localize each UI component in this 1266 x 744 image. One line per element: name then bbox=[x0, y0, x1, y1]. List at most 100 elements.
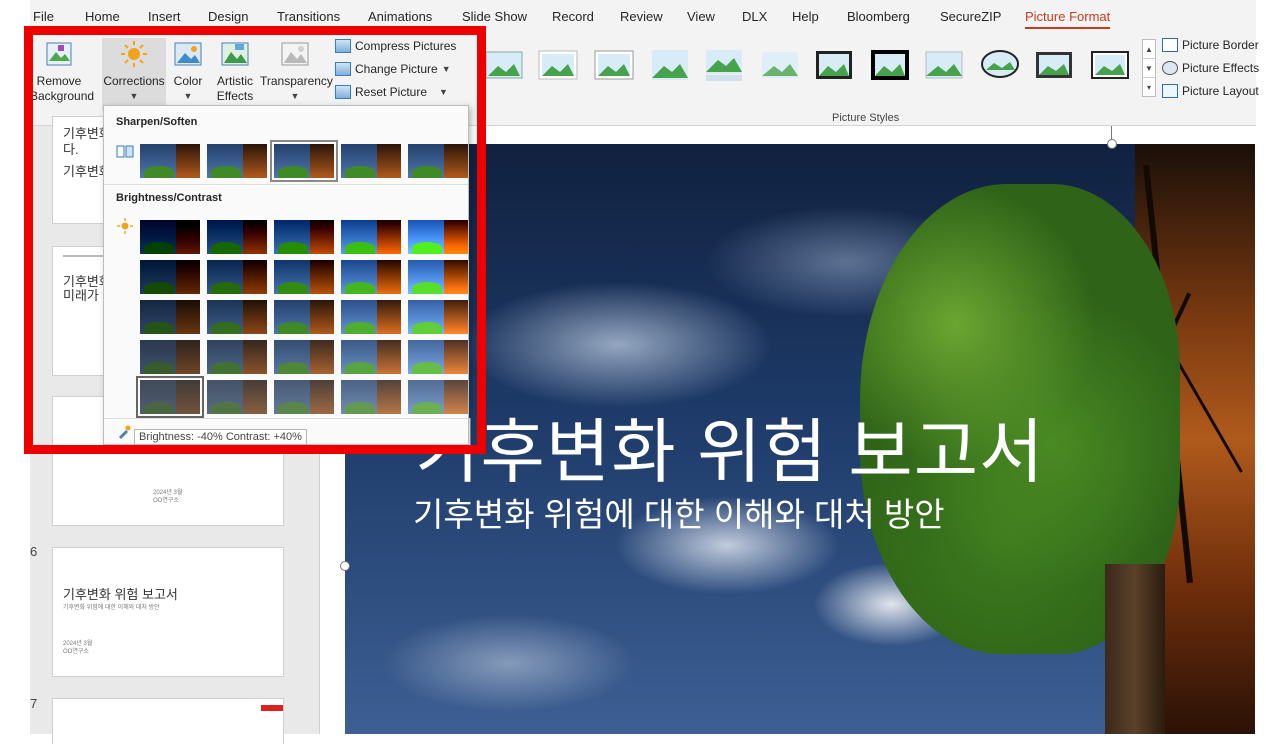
correction-preset-thumb[interactable] bbox=[207, 300, 267, 334]
correction-preset-thumb[interactable] bbox=[341, 380, 401, 414]
correction-preset-thumb[interactable] bbox=[274, 340, 334, 374]
correction-preset-thumb[interactable] bbox=[274, 300, 334, 334]
correction-preset-thumb[interactable] bbox=[274, 220, 334, 254]
tree-shape bbox=[278, 322, 308, 334]
correction-preset-thumb[interactable] bbox=[140, 260, 200, 294]
slide-subtitle[interactable]: 기후변화 위험에 대한 이해와 대처 방안 bbox=[413, 488, 945, 536]
thumbnail-line: 다. bbox=[63, 142, 79, 157]
slide-thumbnail[interactable]: 기후변화 위험 보고서 기후변화 위험에 대한 이해와 대처 방안 2024년 … bbox=[52, 547, 284, 677]
correction-preset-thumb[interactable] bbox=[207, 144, 267, 178]
picture-style-thumb[interactable] bbox=[594, 48, 634, 82]
correction-preset-thumb[interactable] bbox=[207, 260, 267, 294]
correction-preset-thumb[interactable] bbox=[408, 260, 468, 294]
tree-shape bbox=[278, 166, 308, 178]
correction-preset-thumb[interactable] bbox=[140, 340, 200, 374]
picture-layout-button[interactable]: Picture Layout bbox=[1162, 84, 1259, 98]
corrections-button[interactable]: Corrections ▼ bbox=[102, 38, 166, 110]
dead-half bbox=[176, 380, 200, 414]
remove-background-label-2: Background bbox=[30, 89, 95, 103]
picture-style-thumb[interactable] bbox=[924, 48, 964, 82]
correction-preset-thumb[interactable] bbox=[274, 380, 334, 414]
tab-picture-format[interactable]: Picture Format bbox=[1025, 9, 1111, 29]
color-button[interactable]: Color ▼ bbox=[170, 40, 206, 104]
compress-pictures-button[interactable]: Compress Pictures bbox=[335, 39, 456, 53]
dead-half bbox=[176, 300, 200, 334]
resize-handle[interactable] bbox=[340, 561, 350, 571]
picture-style-thumb[interactable] bbox=[650, 48, 690, 82]
picture-style-thumb[interactable] bbox=[704, 48, 744, 82]
picture-style-thumb[interactable] bbox=[870, 48, 910, 82]
picture-corrections-options-icon[interactable] bbox=[116, 424, 132, 440]
picture-styles-group-label: Picture Styles bbox=[832, 112, 900, 124]
picture-style-thumb[interactable] bbox=[1090, 48, 1130, 82]
correction-preset-thumb[interactable] bbox=[140, 144, 200, 178]
slide-thumbnail[interactable] bbox=[52, 698, 284, 744]
gallery-more-icon[interactable]: ▾ bbox=[1143, 78, 1155, 97]
tree-shape bbox=[144, 242, 174, 254]
picture-style-thumb[interactable] bbox=[980, 48, 1020, 82]
reset-picture-button[interactable]: Reset Picture ▼ bbox=[335, 85, 448, 99]
tree-shape bbox=[278, 362, 308, 374]
tab-file[interactable]: File bbox=[33, 9, 54, 24]
remove-background-button[interactable]: Remove Background bbox=[30, 40, 95, 104]
correction-preset-thumb[interactable] bbox=[408, 220, 468, 254]
correction-preset-thumb[interactable] bbox=[408, 300, 468, 334]
tab-animations[interactable]: Animations bbox=[368, 9, 432, 24]
correction-preset-thumb[interactable] bbox=[408, 380, 468, 414]
tree-shape bbox=[211, 282, 241, 294]
correction-preset-thumb[interactable] bbox=[341, 220, 401, 254]
tab-transitions[interactable]: Transitions bbox=[277, 9, 340, 24]
tab-record[interactable]: Record bbox=[552, 9, 594, 24]
picture-style-thumb[interactable] bbox=[484, 48, 524, 82]
tab-review[interactable]: Review bbox=[620, 9, 663, 24]
correction-preset-thumb[interactable] bbox=[207, 220, 267, 254]
tab-bloomberg[interactable]: Bloomberg bbox=[847, 9, 910, 24]
ribbon-tabs: File Home Insert Design Transitions Anim… bbox=[30, 0, 1256, 34]
change-picture-button[interactable]: Change Picture ▼ bbox=[335, 62, 451, 76]
dead-half bbox=[444, 260, 468, 294]
correction-preset-thumb[interactable] bbox=[270, 140, 338, 182]
picture-style-thumb[interactable] bbox=[760, 48, 800, 82]
tab-slide-show[interactable]: Slide Show bbox=[462, 9, 527, 24]
tree-shape bbox=[211, 242, 241, 254]
picture-effects-label: Picture Effects bbox=[1182, 61, 1260, 75]
picture-border-button[interactable]: Picture Border bbox=[1162, 38, 1259, 52]
dead-half bbox=[310, 300, 334, 334]
tab-dlx[interactable]: DLX bbox=[742, 9, 767, 24]
correction-preset-thumb[interactable] bbox=[207, 340, 267, 374]
remove-background-label-1: Remove bbox=[36, 74, 82, 88]
tab-home[interactable]: Home bbox=[85, 9, 120, 24]
tab-insert[interactable]: Insert bbox=[148, 9, 181, 24]
slide-canvas[interactable]: 기후변화 위험 보고서 기후변화 위험에 대한 이해와 대처 방안 bbox=[345, 144, 1255, 734]
correction-preset-thumb[interactable] bbox=[136, 376, 204, 418]
tree-shape bbox=[278, 282, 308, 294]
correction-preset-thumb[interactable] bbox=[341, 144, 401, 178]
picture-style-thumb[interactable] bbox=[1034, 48, 1074, 82]
picture-style-thumb[interactable] bbox=[814, 48, 854, 82]
correction-preset-thumb[interactable] bbox=[140, 300, 200, 334]
transparency-button[interactable]: Transparency ▼ bbox=[260, 40, 333, 104]
tab-securezip[interactable]: SecureZIP bbox=[940, 9, 1001, 24]
correction-preset-thumb[interactable] bbox=[341, 260, 401, 294]
slide-title[interactable]: 기후변화 위험 보고서 bbox=[415, 396, 1045, 497]
dead-half bbox=[176, 340, 200, 374]
correction-preset-thumb[interactable] bbox=[341, 340, 401, 374]
tab-help[interactable]: Help bbox=[792, 9, 819, 24]
tree-shape bbox=[412, 402, 442, 414]
picture-effects-button[interactable]: Picture Effects bbox=[1162, 61, 1259, 75]
picture-style-thumb[interactable] bbox=[538, 48, 578, 82]
tab-view[interactable]: View bbox=[687, 9, 715, 24]
artistic-effects-button[interactable]: Artistic Effects bbox=[212, 40, 258, 104]
correction-preset-thumb[interactable] bbox=[408, 144, 468, 178]
picture-border-icon bbox=[1162, 38, 1178, 52]
correction-preset-thumb[interactable] bbox=[408, 340, 468, 374]
tab-design[interactable]: Design bbox=[208, 9, 248, 24]
rotate-handle[interactable] bbox=[1107, 139, 1117, 149]
gallery-scroll[interactable]: ▲ ▼ ▾ bbox=[1142, 39, 1156, 97]
correction-preset-thumb[interactable] bbox=[274, 260, 334, 294]
correction-preset-thumb[interactable] bbox=[341, 300, 401, 334]
gallery-up-icon[interactable]: ▲ bbox=[1143, 40, 1155, 59]
gallery-down-icon[interactable]: ▼ bbox=[1143, 59, 1155, 78]
correction-preset-thumb[interactable] bbox=[207, 380, 267, 414]
correction-preset-thumb[interactable] bbox=[140, 220, 200, 254]
